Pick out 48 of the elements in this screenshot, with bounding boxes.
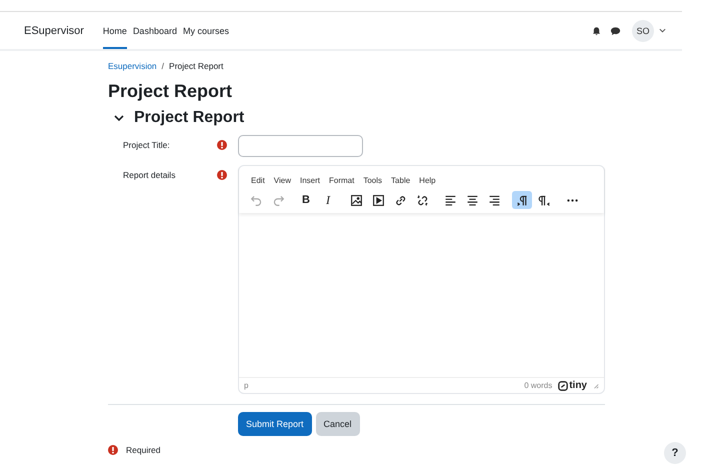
media-icon [372,194,384,206]
submit-button[interactable]: Submit Report [238,412,312,436]
undo-icon [250,194,262,206]
nav-link[interactable]: Home [102,12,127,49]
user-avatar[interactable]: SO [632,20,654,42]
tiny-logo[interactable]: tiny [558,380,587,391]
section-title: Project Report [134,109,244,127]
title-input[interactable] [238,135,363,157]
editor-menu-item[interactable]: Format [329,176,354,185]
image-icon [350,194,362,206]
unlink-icon [416,194,428,206]
bell-icon[interactable] [592,26,601,36]
editor-menu-item[interactable]: Tools [363,176,382,185]
cancel-button[interactable]: Cancel [316,412,360,436]
ltr-icon [516,194,528,206]
editor-menu-item[interactable]: Help [419,176,436,185]
breadcrumb-current: Project Report [169,61,224,71]
chevron-icon[interactable] [114,115,124,121]
field-label: Project Title: [122,139,171,150]
element-path[interactable]: p [244,381,248,390]
editor-menu-item[interactable]: Table [391,176,410,185]
page-title: Project Report [108,81,234,102]
align-center-icon [466,194,478,206]
caret-icon[interactable] [659,28,666,33]
align-left-icon [444,194,456,206]
nav-link[interactable]: Dashboard [132,12,177,49]
editor-menu-item[interactable]: Insert [300,176,320,185]
required-icon [108,445,118,455]
breadcrumb-separator: / [162,61,164,71]
redo-icon [272,194,284,206]
field-label: Report details [122,169,176,180]
ltr-button[interactable] [512,191,532,209]
resize-handle-icon[interactable] [593,382,599,388]
help-button[interactable]: ? [664,442,686,464]
rtl-icon [538,194,550,206]
editor-menu-item[interactable]: View [274,176,291,185]
editor-menu-item[interactable]: Edit [251,176,265,185]
chat-icon[interactable] [610,26,621,36]
logo-icon [558,380,568,390]
site-brand[interactable]: ESupervisor [24,24,84,36]
breadcrumb-link[interactable]: Esupervision [108,61,157,71]
italic-button[interactable]: I [318,191,338,209]
word-count[interactable]: 0 words [524,381,552,390]
nav-link[interactable]: My courses [182,12,229,49]
link-icon [394,194,406,206]
bold-button[interactable]: B [296,191,316,209]
align-right-icon [488,194,500,206]
required-note: Required [126,445,160,455]
